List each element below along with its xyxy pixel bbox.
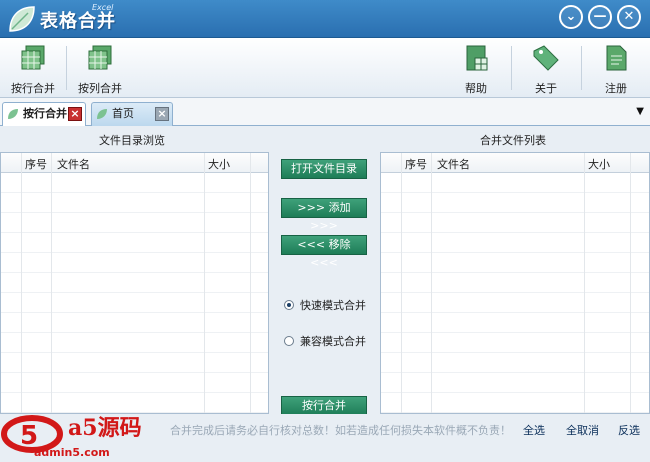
tab-dropdown-icon[interactable]: ▼ bbox=[636, 106, 644, 117]
sheets-stack-icon bbox=[88, 45, 112, 70]
about-label: 关于 bbox=[535, 82, 557, 95]
help-label: 帮助 bbox=[465, 82, 487, 95]
deselect-all-link[interactable]: 全取消 bbox=[566, 422, 599, 438]
close-button[interactable]: ✕ bbox=[617, 5, 641, 29]
col-filename[interactable]: 文件名 bbox=[437, 156, 470, 172]
merge-button[interactable]: 按行合并 bbox=[281, 396, 367, 416]
grid-line bbox=[250, 153, 251, 413]
compat-mode-label: 兼容模式合并 bbox=[300, 335, 366, 348]
tab-close-icon[interactable]: × bbox=[155, 107, 169, 121]
col-index[interactable]: 序号 bbox=[405, 156, 427, 172]
title-bar: 表格合并 Excel ⌄ — ✕ bbox=[0, 0, 650, 38]
tab-bar: 按行合并 × 首页 × ▼ bbox=[0, 98, 650, 126]
help-tool-button[interactable]: 帮助 bbox=[446, 43, 506, 95]
tab-row-merge[interactable]: 按行合并 × bbox=[2, 102, 86, 126]
add-button[interactable]: >>> 添加 >>> bbox=[281, 198, 367, 232]
grid-header: 序号 文件名 大小 bbox=[1, 153, 268, 173]
remove-button[interactable]: <<< 移除 <<< bbox=[281, 235, 367, 269]
grid-line bbox=[21, 153, 22, 413]
col-size[interactable]: 大小 bbox=[208, 156, 230, 172]
file-browser-grid[interactable]: 序号 文件名 大小 bbox=[0, 152, 269, 414]
app-subtitle: Excel bbox=[92, 3, 114, 12]
col-filename[interactable]: 文件名 bbox=[57, 156, 90, 172]
help-book-icon bbox=[466, 45, 488, 71]
open-directory-button[interactable]: 打开文件目录 bbox=[281, 159, 367, 179]
row-merge-label: 按行合并 bbox=[11, 82, 55, 95]
tab-label: 首页 bbox=[112, 107, 134, 120]
select-all-link[interactable]: 全选 bbox=[523, 422, 545, 438]
disclaimer-text: 合并完成后请务必自行核对总数！如若造成任何损失本软件概不负责！ bbox=[170, 424, 511, 437]
leaf-logo-icon bbox=[9, 6, 35, 32]
grid-line bbox=[431, 153, 432, 413]
grid-line bbox=[401, 153, 402, 413]
radio-selected-icon[interactable] bbox=[284, 300, 294, 310]
merge-list-grid[interactable]: 序号 文件名 大小 bbox=[380, 152, 650, 414]
grid-header: 序号 文件名 大小 bbox=[381, 153, 649, 173]
leaf-icon bbox=[8, 109, 18, 119]
col-merge-label: 按列合并 bbox=[78, 82, 122, 95]
col-size[interactable]: 大小 bbox=[588, 156, 610, 172]
leaf-icon bbox=[97, 109, 107, 119]
right-panel-title: 合并文件列表 bbox=[480, 134, 546, 147]
grid-line bbox=[51, 153, 52, 413]
grid-line bbox=[204, 153, 205, 413]
tab-label: 按行合并 bbox=[23, 107, 67, 120]
toolbar-separator bbox=[66, 46, 67, 90]
sheets-stack-icon bbox=[21, 45, 45, 70]
collapse-button[interactable]: ⌄ bbox=[559, 5, 583, 29]
watermark-url: admin5.com bbox=[34, 446, 110, 459]
watermark-brand: a5源码 bbox=[68, 415, 142, 441]
toolbar-separator bbox=[511, 46, 512, 90]
register-tool-button[interactable]: 注册 bbox=[586, 43, 646, 95]
grid-line bbox=[584, 153, 585, 413]
invert-selection-link[interactable]: 反选 bbox=[618, 422, 640, 438]
compat-mode-radio[interactable]: 兼容模式合并 bbox=[284, 333, 366, 349]
toolbar: 按行合并 按列合并 帮助 关于 注册 bbox=[0, 38, 650, 98]
about-tool-button[interactable]: 关于 bbox=[516, 43, 576, 95]
minimize-button[interactable]: — bbox=[588, 5, 612, 29]
fast-mode-radio[interactable]: 快速模式合并 bbox=[284, 297, 366, 313]
tab-home[interactable]: 首页 × bbox=[91, 102, 173, 126]
col-merge-tool-button[interactable]: 按列合并 bbox=[70, 43, 130, 95]
tab-close-icon[interactable]: × bbox=[68, 107, 82, 121]
left-panel-title: 文件目录浏览 bbox=[99, 134, 165, 147]
row-merge-tool-button[interactable]: 按行合并 bbox=[3, 43, 63, 95]
tag-icon bbox=[533, 45, 559, 71]
radio-unselected-icon[interactable] bbox=[284, 336, 294, 346]
toolbar-separator bbox=[581, 46, 582, 90]
col-index[interactable]: 序号 bbox=[25, 156, 47, 172]
grid-line bbox=[630, 153, 631, 413]
fast-mode-label: 快速模式合并 bbox=[300, 299, 366, 312]
register-label: 注册 bbox=[605, 82, 627, 95]
document-icon bbox=[606, 45, 627, 71]
